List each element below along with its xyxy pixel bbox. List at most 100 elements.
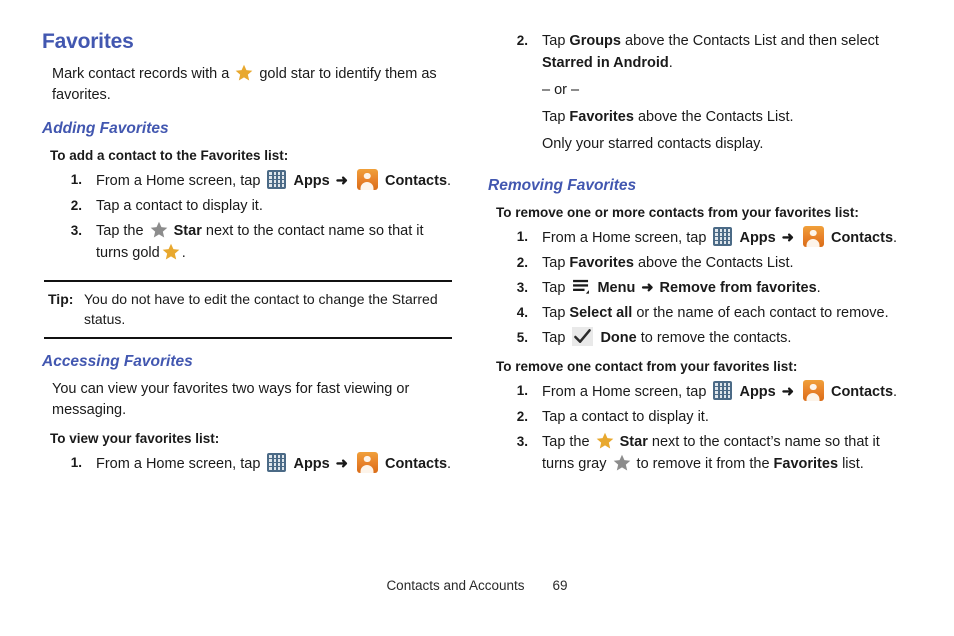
step-number: 3. bbox=[516, 280, 528, 295]
apps-grid-dots bbox=[269, 455, 285, 470]
step-text-end: . bbox=[447, 456, 452, 472]
menu-label: Menu bbox=[597, 280, 636, 296]
step-number: 1. bbox=[516, 383, 528, 398]
left-column: Favorites Mark contact records with a go… bbox=[42, 30, 454, 478]
accessing-steps-list: 1. From a Home screen, tap Apps ➜ Contac… bbox=[42, 452, 454, 475]
groups-label: Groups bbox=[569, 33, 621, 49]
step-text-pre: Tap bbox=[542, 280, 566, 296]
step-number: 5. bbox=[516, 330, 528, 345]
tip-text: You do not have to edit the contact to c… bbox=[84, 291, 438, 327]
step-text-pre: Tap bbox=[542, 255, 566, 271]
arrow-icon: ➜ bbox=[641, 280, 654, 296]
adding-steps-list: 1. From a Home screen, tap Apps ➜ Contac… bbox=[42, 169, 454, 264]
right-column: 2. Tap Groups above the Contacts List an… bbox=[488, 30, 900, 478]
tip-label: Tip: bbox=[48, 291, 74, 307]
contacts-label: Contacts bbox=[384, 173, 448, 189]
list-item: 2. Tap a contact to display it. bbox=[488, 406, 900, 428]
apps-grid-dots bbox=[269, 172, 285, 187]
step-text: Tap a contact to display it. bbox=[96, 198, 263, 214]
step-text-pre: From a Home screen, tap bbox=[542, 384, 707, 400]
list-item: 1. From a Home screen, tap Apps ➜ Contac… bbox=[42, 169, 454, 192]
contacts-person-icon bbox=[356, 452, 378, 473]
list-item: 5. Tap Done to remove the contacts. bbox=[488, 327, 900, 349]
step-number: 1. bbox=[70, 455, 82, 470]
step-number: 2. bbox=[516, 409, 528, 424]
step-text-end: . bbox=[893, 230, 898, 246]
list-item: 3. Tap Menu ➜ Remove from favorites. bbox=[488, 277, 900, 299]
contacts-person-icon bbox=[802, 226, 824, 247]
contacts-label: Contacts bbox=[384, 456, 448, 472]
step-number: 4. bbox=[516, 305, 528, 320]
alt-text-pre: Tap bbox=[542, 109, 566, 125]
contacts-person-icon bbox=[356, 169, 378, 190]
menu-icon bbox=[573, 279, 590, 294]
step-number: 3. bbox=[516, 434, 528, 449]
starred-in-android-label: Starred in Android bbox=[542, 55, 669, 71]
step-number: 1. bbox=[70, 172, 82, 187]
step-number: 1. bbox=[516, 229, 528, 244]
apps-label: Apps bbox=[293, 173, 330, 189]
step-text-pre: Tap the bbox=[96, 223, 144, 239]
footer-chapter-title: Contacts and Accounts bbox=[386, 578, 525, 593]
contacts-label: Contacts bbox=[830, 230, 894, 246]
list-item: 2. Tap a contact to display it. bbox=[42, 195, 454, 217]
adding-lead-in: To add a contact to the Favorites list: bbox=[50, 148, 289, 163]
page-title: Favorites bbox=[42, 30, 134, 53]
accessing-note: Only your starred contacts display. bbox=[542, 136, 764, 152]
removing-multi-lead-in: To remove one or more contacts from your… bbox=[496, 205, 859, 220]
arrow-icon: ➜ bbox=[335, 456, 348, 472]
list-item: 1. From a Home screen, tap Apps ➜ Contac… bbox=[42, 452, 454, 475]
accessing-lead-in: To view your favorites list: bbox=[50, 431, 220, 446]
tip-box: Tip: You do not have to edit the contact… bbox=[44, 280, 452, 339]
step-text: Tap a contact to display it. bbox=[542, 409, 709, 425]
step-text-pre: Tap bbox=[542, 33, 566, 49]
gold-star-icon bbox=[162, 243, 180, 260]
arrow-icon: ➜ bbox=[335, 173, 348, 189]
removing-one-steps-list: 1. From a Home screen, tap Apps ➜ Contac… bbox=[488, 380, 900, 475]
gray-star-icon bbox=[613, 454, 630, 471]
or-separator: – or – bbox=[542, 82, 580, 98]
intro-paragraph: Mark contact records with a gold star to… bbox=[42, 64, 454, 106]
list-item: 1. From a Home screen, tap Apps ➜ Contac… bbox=[488, 226, 900, 249]
checkmark-icon bbox=[572, 327, 594, 346]
accessing-body: You can view your favorites two ways for… bbox=[52, 381, 410, 418]
step-text-mid2: to remove it from the bbox=[636, 456, 770, 472]
step-text-end: . bbox=[893, 384, 898, 400]
intro-text-before: Mark contact records with a bbox=[52, 66, 230, 82]
apps-grid-dots bbox=[715, 383, 731, 398]
footer-page-number: 69 bbox=[552, 578, 568, 593]
step-text-end: . bbox=[447, 173, 452, 189]
select-all-label: Select all bbox=[569, 305, 633, 321]
contacts-person-icon bbox=[802, 380, 824, 401]
step-text-pre: Tap the bbox=[542, 434, 590, 450]
apps-grid-icon bbox=[267, 453, 287, 472]
list-item: 3. Tap the Star next to the contact name… bbox=[42, 220, 454, 264]
step-text-end: above the Contacts List. bbox=[637, 255, 794, 271]
step-number: 3. bbox=[70, 223, 82, 238]
step-text-end: list. bbox=[842, 456, 864, 472]
tip-content: Tip: You do not have to edit the contact… bbox=[44, 282, 452, 337]
remove-from-favorites-label: Remove from favorites bbox=[659, 280, 817, 296]
step-text-end: to remove the contacts. bbox=[640, 330, 792, 346]
step-text-pre: From a Home screen, tap bbox=[542, 230, 707, 246]
removing-one-lead-in: To remove one contact from your favorite… bbox=[496, 359, 798, 374]
section-adding-favorites-title: Adding Favorites bbox=[42, 120, 169, 137]
step-text-end: . bbox=[181, 245, 186, 261]
document-page: Favorites Mark contact records with a go… bbox=[0, 0, 954, 636]
step-number: 2. bbox=[516, 255, 528, 270]
apps-grid-icon bbox=[713, 227, 733, 246]
page-footer: Contacts and Accounts 69 bbox=[0, 578, 954, 593]
list-item: 2. Tap Groups above the Contacts List an… bbox=[488, 30, 900, 155]
alternative-step: Tap Favorites above the Contacts List. bbox=[542, 106, 900, 128]
apps-label: Apps bbox=[293, 456, 330, 472]
list-item: 4. Tap Select all or the name of each co… bbox=[488, 302, 900, 324]
apps-label: Apps bbox=[739, 230, 776, 246]
step-text-pre: Tap bbox=[542, 305, 566, 321]
list-item: 2. Tap Favorites above the Contacts List… bbox=[488, 252, 900, 274]
step-number: 2. bbox=[516, 33, 528, 48]
section-removing-favorites-title: Removing Favorites bbox=[488, 177, 637, 194]
favorites-label: Favorites bbox=[773, 456, 839, 472]
arrow-icon: ➜ bbox=[781, 230, 794, 246]
done-label: Done bbox=[600, 330, 637, 346]
step-text-end: . bbox=[668, 55, 673, 71]
